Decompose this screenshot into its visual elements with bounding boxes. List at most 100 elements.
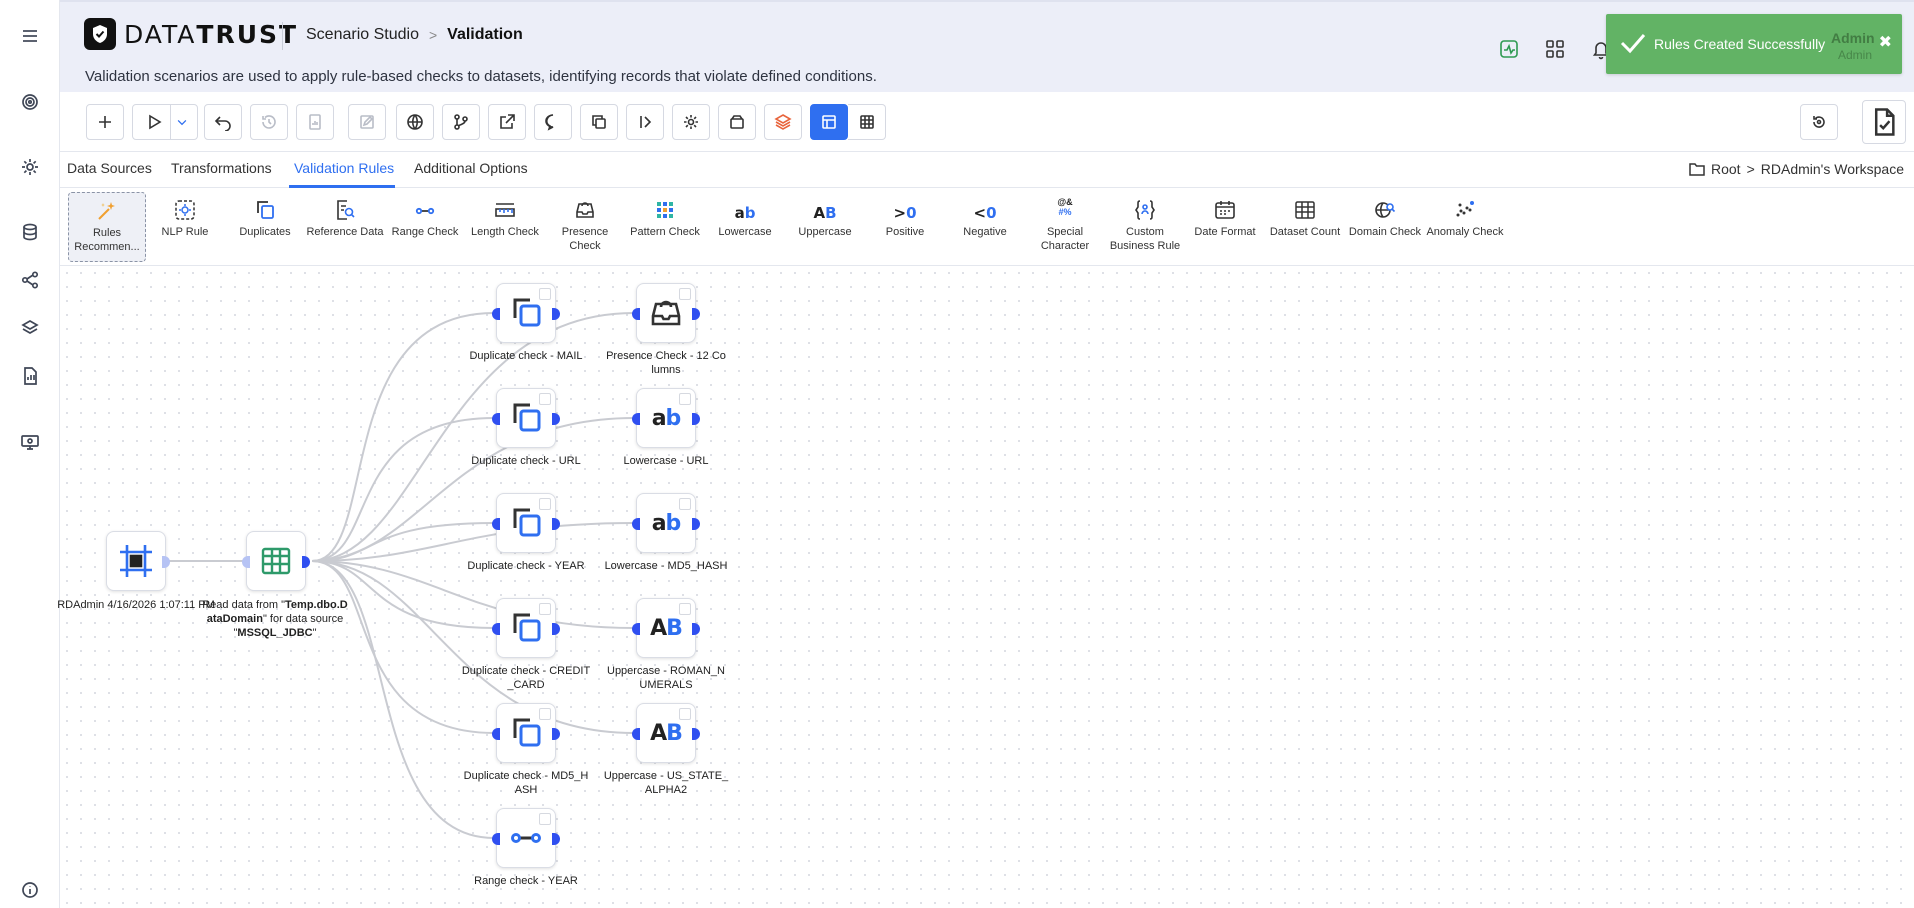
report-icon[interactable]: [16, 362, 44, 390]
rule-reference-data[interactable]: Reference Data: [306, 192, 384, 262]
history-button[interactable]: [250, 104, 288, 140]
tab-validation-rules[interactable]: Validation Rules: [294, 160, 394, 176]
lowercase-md5-node[interactable]: ab: [632, 493, 700, 553]
rule-negative[interactable]: <0 Negative: [946, 192, 1024, 262]
canvas-view-button[interactable]: [810, 104, 848, 140]
rule-anomaly-check[interactable]: Anomaly Check: [1426, 192, 1504, 262]
workspace-root[interactable]: Root: [1711, 161, 1741, 177]
input-port[interactable]: [492, 728, 500, 740]
toast-close-icon[interactable]: ✖: [1879, 32, 1892, 52]
input-port[interactable]: [242, 556, 250, 568]
workspace-path[interactable]: Root > RDAdmin's Workspace: [1689, 161, 1904, 177]
database-icon[interactable]: [16, 218, 44, 246]
tab-additional-options[interactable]: Additional Options: [414, 160, 528, 176]
export-button[interactable]: [488, 104, 526, 140]
rule-pattern-check[interactable]: Pattern Check: [626, 192, 704, 262]
duplicate-check-credit-card-node[interactable]: [492, 598, 560, 658]
input-port[interactable]: [492, 308, 500, 320]
duplicate-check-year-node[interactable]: [492, 493, 560, 553]
input-port[interactable]: [632, 308, 640, 320]
range-check-year-node[interactable]: [492, 808, 560, 868]
duplicate-check-mail-label: Duplicate check - MAIL: [469, 350, 583, 362]
settings-button[interactable]: [672, 104, 710, 140]
workspace-name[interactable]: RDAdmin's Workspace: [1761, 161, 1904, 177]
node-select-checkbox[interactable]: [679, 498, 691, 510]
duplicate-check-md5-node[interactable]: [492, 703, 560, 763]
node-select-checkbox[interactable]: [679, 288, 691, 300]
rule-rules-recommender[interactable]: Rules Recommen...: [68, 192, 146, 262]
node-select-checkbox[interactable]: [679, 603, 691, 615]
rule-lowercase[interactable]: ab Lowercase: [706, 192, 784, 262]
node-select-checkbox[interactable]: [679, 393, 691, 405]
duplicate-check-url-label: Duplicate check - URL: [471, 455, 581, 467]
input-port[interactable]: [632, 623, 640, 635]
input-port[interactable]: [492, 833, 500, 845]
node-select-checkbox[interactable]: [679, 708, 691, 720]
node-select-checkbox[interactable]: [539, 393, 551, 405]
settings-gear-icon[interactable]: [16, 153, 44, 181]
rule-presence-check[interactable]: Presence Check: [546, 192, 624, 262]
target-icon[interactable]: [16, 88, 44, 116]
archive-button[interactable]: [718, 104, 756, 140]
lowercase-url-node[interactable]: ab: [632, 388, 700, 448]
revert-button[interactable]: [1800, 104, 1838, 140]
rule-label: Special Character: [1040, 226, 1090, 252]
info-icon[interactable]: [16, 876, 44, 904]
flow-canvas[interactable]: [60, 266, 1914, 908]
rule-domain-check[interactable]: Domain Check: [1346, 192, 1424, 262]
tab-data-sources[interactable]: Data Sources: [67, 160, 152, 176]
run-split-button[interactable]: [132, 104, 198, 140]
comment-button[interactable]: [534, 104, 572, 140]
activity-monitor-icon[interactable]: [1496, 36, 1522, 62]
rule-date-format[interactable]: Date Format: [1186, 192, 1264, 262]
rule-uppercase[interactable]: AB Uppercase: [786, 192, 864, 262]
rule-duplicates[interactable]: Duplicates: [226, 192, 304, 262]
rule-custom-business[interactable]: Custom Business Rule: [1106, 192, 1184, 262]
node-select-checkbox[interactable]: [539, 603, 551, 615]
input-port[interactable]: [632, 728, 640, 740]
uppercase-us-state-node[interactable]: AB: [632, 703, 700, 763]
rule-range-check[interactable]: Range Check: [386, 192, 464, 262]
left-rail: [0, 0, 60, 908]
read-data-node[interactable]: [242, 531, 310, 591]
monitor-settings-icon[interactable]: [16, 428, 44, 456]
hamburger-menu-icon[interactable]: [16, 22, 44, 50]
breadcrumb-scenario-studio[interactable]: Scenario Studio: [306, 26, 419, 44]
edit-button[interactable]: [348, 104, 386, 140]
datatrust-logo[interactable]: DATATRUST: [84, 18, 298, 50]
node-select-checkbox[interactable]: [539, 813, 551, 825]
rule-special-character[interactable]: @& #% Special Character: [1026, 192, 1104, 262]
rule-dataset-count[interactable]: Dataset Count: [1266, 192, 1344, 262]
validate-document-button[interactable]: [1862, 100, 1906, 144]
input-port[interactable]: [632, 413, 640, 425]
report-button[interactable]: [296, 104, 334, 140]
branch-button[interactable]: [442, 104, 480, 140]
duplicate-check-mail-node[interactable]: [492, 283, 560, 343]
input-port[interactable]: [492, 518, 500, 530]
split-view-button[interactable]: [626, 104, 664, 140]
presence-check-node[interactable]: [632, 283, 700, 343]
source-node[interactable]: [106, 531, 170, 591]
duplicate-check-url-node[interactable]: [492, 388, 560, 448]
input-port[interactable]: [492, 413, 500, 425]
add-button[interactable]: [86, 104, 124, 140]
node-select-checkbox[interactable]: [539, 288, 551, 300]
chevron-down-icon[interactable]: [175, 115, 189, 129]
layers-icon[interactable]: [16, 314, 44, 342]
input-port[interactable]: [492, 623, 500, 635]
apps-grid-icon[interactable]: [1542, 36, 1568, 62]
input-port[interactable]: [632, 518, 640, 530]
layers-button[interactable]: [764, 104, 802, 140]
undo-button[interactable]: [204, 104, 242, 140]
rule-nlp[interactable]: NLP Rule: [146, 192, 224, 262]
tab-transformations[interactable]: Transformations: [171, 160, 272, 176]
node-select-checkbox[interactable]: [539, 498, 551, 510]
globe-button[interactable]: [396, 104, 434, 140]
workflow-icon[interactable]: [16, 266, 44, 294]
table-view-button[interactable]: [848, 104, 886, 140]
rule-positive[interactable]: >0 Positive: [866, 192, 944, 262]
rule-length-check[interactable]: Length Check: [466, 192, 544, 262]
duplicate-button[interactable]: [580, 104, 618, 140]
uppercase-roman-numerals-node[interactable]: AB: [632, 598, 700, 658]
node-select-checkbox[interactable]: [539, 708, 551, 720]
